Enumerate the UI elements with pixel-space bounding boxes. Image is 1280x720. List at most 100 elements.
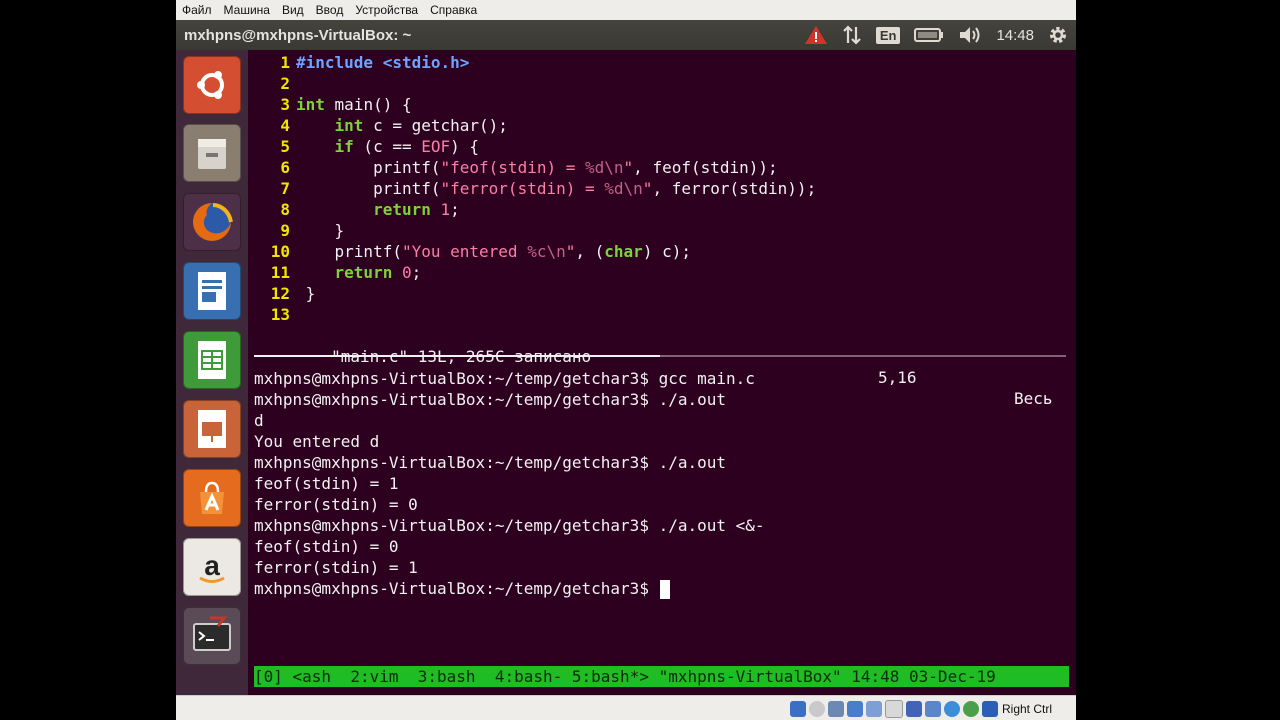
terminal-line: mxhpns@mxhpns-VirtualBox:~/temp/getchar3…	[254, 369, 755, 388]
terminal-window[interactable]: 1 #include <stdio.h> 2 3 int main() { 4 in…	[248, 50, 1076, 695]
disk-icon[interactable]	[789, 700, 806, 717]
gear-icon[interactable]	[1048, 25, 1068, 45]
code-number: 1	[440, 200, 451, 219]
virtualbox-statusbar: Right Ctrl	[176, 695, 1076, 720]
unity-launcher: a	[176, 50, 248, 695]
line-number: 12	[270, 284, 290, 303]
keyboard-capture-icon[interactable]	[962, 700, 979, 717]
code-text: c = getchar();	[363, 116, 508, 135]
files-icon[interactable]	[183, 124, 241, 182]
optical-drive-icon[interactable]	[808, 700, 825, 717]
terminal-line: You entered d	[254, 432, 380, 451]
active-pane-indicator	[254, 355, 660, 357]
code-text: , ferror(stdin));	[652, 179, 817, 198]
clock-time: 14:48	[996, 26, 1034, 44]
line-number: 13	[270, 305, 290, 324]
line-number: 4	[280, 116, 290, 135]
warning-icon[interactable]	[804, 25, 828, 45]
host-key-icon[interactable]	[981, 700, 998, 717]
menu-input[interactable]: Ввод	[310, 0, 350, 20]
code-keyword: char	[604, 242, 643, 261]
tmux-status-bar[interactable]: [0] <ash 2:vim 3:bash 4:bash- 5:bash*> "…	[254, 666, 1069, 687]
terminal-line: ferror(stdin) = 0	[254, 495, 418, 514]
code-format: %d\n	[604, 179, 643, 198]
menu-devices[interactable]: Устройства	[349, 0, 424, 20]
usb-icon[interactable]	[865, 700, 882, 717]
code-text: , (	[575, 242, 605, 261]
mouse-integration-icon[interactable]	[943, 700, 960, 717]
host-key-label: Right Ctrl	[1001, 701, 1052, 716]
code-keyword: return	[334, 263, 393, 282]
code-text: (c ==	[353, 137, 422, 156]
terminal-cursor	[659, 580, 670, 599]
line-number: 10	[270, 242, 290, 261]
code-text: }	[296, 221, 345, 240]
keyboard-layout-label: En	[875, 26, 901, 44]
terminal-line: mxhpns@mxhpns-VirtualBox:~/temp/getchar3…	[254, 453, 727, 472]
pane-divider[interactable]	[254, 355, 1066, 357]
writer-icon[interactable]	[183, 262, 241, 320]
code-text: printf(	[296, 158, 441, 177]
code-text: , feof(stdin));	[633, 158, 778, 177]
video-capture-icon[interactable]	[924, 700, 941, 717]
menu-file[interactable]: Файл	[176, 0, 218, 20]
firefox-icon[interactable]	[183, 193, 241, 251]
software-center-icon[interactable]	[183, 469, 241, 527]
terminal-prompt-line[interactable]: mxhpns@mxhpns-VirtualBox:~/temp/getchar3…	[254, 578, 670, 599]
code-keyword: int	[334, 116, 364, 135]
code-format: %c\n	[527, 242, 566, 261]
display-icon[interactable]	[905, 700, 922, 717]
code-number: 0	[401, 263, 412, 282]
window-title: mxhpns@mxhpns-VirtualBox: ~	[184, 26, 412, 44]
terminal-prompt: mxhpns@mxhpns-VirtualBox:~/temp/getchar3…	[254, 579, 659, 598]
terminal-line: mxhpns@mxhpns-VirtualBox:~/temp/getchar3…	[254, 516, 765, 535]
code-string: "	[623, 158, 634, 177]
amazon-icon[interactable]: a	[183, 538, 241, 596]
terminal-icon[interactable]	[183, 607, 241, 665]
code-string: "feof(stdin) =	[440, 158, 585, 177]
keyboard-layout-indicator[interactable]: En	[875, 26, 901, 44]
vim-scroll-position: Весь	[1014, 389, 1053, 408]
network-icon[interactable]	[846, 700, 863, 717]
code-constant: EOF	[421, 137, 451, 156]
menu-view[interactable]: Вид	[276, 0, 310, 20]
vim-cursor-position: 5,16	[878, 368, 917, 387]
line-number: 9	[280, 221, 290, 240]
code-string: "	[565, 242, 576, 261]
terminal-line: d	[254, 411, 264, 430]
calc-icon[interactable]	[183, 331, 241, 389]
line-number: 6	[280, 158, 290, 177]
clock[interactable]: 14:48	[996, 27, 1034, 44]
dash-home-icon[interactable]	[183, 56, 241, 114]
ubuntu-top-panel: mxhpns@mxhpns-VirtualBox: ~ En 14:48	[176, 20, 1076, 50]
menu-machine[interactable]: Машина	[218, 0, 276, 20]
code-keyword: int	[296, 95, 325, 114]
code-text: main() {	[324, 95, 412, 114]
terminal-line: feof(stdin) = 0	[254, 537, 399, 556]
code-text: ;	[411, 263, 422, 282]
code-text: }	[296, 284, 316, 303]
virtualbox-menubar: Файл Машина Вид Ввод Устройства Справка	[176, 0, 1076, 21]
network-arrows-icon[interactable]	[842, 25, 862, 45]
code-text: printf(	[296, 179, 441, 198]
shared-folders-icon[interactable]	[884, 699, 903, 718]
terminal-line: mxhpns@mxhpns-VirtualBox:~/temp/getchar3…	[254, 390, 727, 409]
code-string: "You entered	[401, 242, 528, 261]
code-text: printf(	[296, 242, 402, 261]
guest-screen: mxhpns@mxhpns-VirtualBox: ~ En 14:48 a 1…	[176, 20, 1076, 695]
menu-help[interactable]: Справка	[424, 0, 483, 20]
svg-text:a: a	[204, 550, 220, 581]
line-number: 8	[280, 200, 290, 219]
audio-icon[interactable]	[827, 700, 844, 717]
battery-icon[interactable]	[914, 27, 944, 43]
virtualbox-window: Файл Машина Вид Ввод Устройства Справка …	[176, 0, 1076, 720]
impress-icon[interactable]	[183, 400, 241, 458]
volume-icon[interactable]	[958, 25, 982, 45]
code-keyword: return	[373, 200, 431, 219]
